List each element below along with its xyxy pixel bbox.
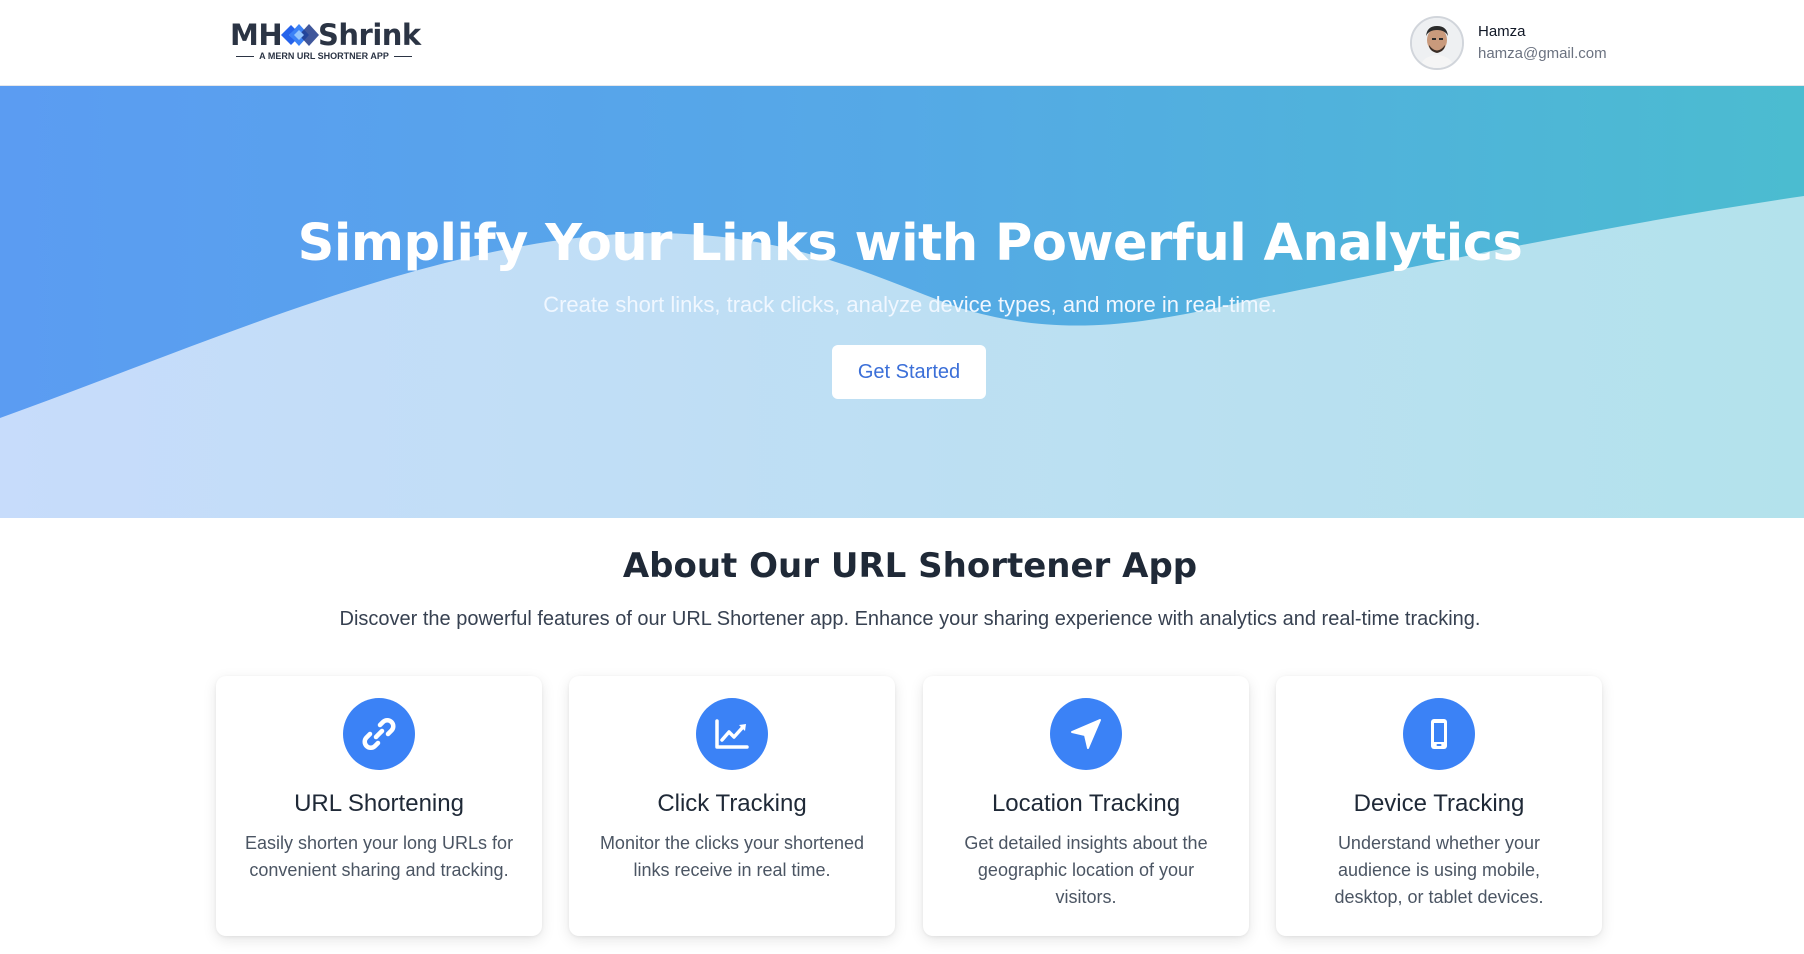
feature-card-location-tracking: Location Tracking Get detailed insights … [923,676,1249,936]
top-navbar: MH Shrink A MERN URL SHORTNER APP Hamza … [0,0,1804,86]
location-arrow-icon-badge [1050,698,1122,770]
logo-right-text: Shrink [318,18,421,52]
avatar[interactable] [1410,16,1464,70]
feature-card-device-tracking: Device Tracking Understand whether your … [1276,676,1602,936]
feature-title: Click Tracking [657,790,807,817]
chart-icon-badge [696,698,768,770]
user-avatar-icon [1412,18,1462,68]
feature-title: Location Tracking [991,790,1181,817]
logo-tagline: A MERN URL SHORTNER APP [236,51,412,61]
hero-subtitle: Create short links, track clicks, analyz… [543,292,1277,317]
about-title: About Our URL Shortener App [622,546,1198,586]
feature-title: URL Shortening [294,790,464,817]
user-name: Hamza [1478,23,1526,40]
app-logo[interactable]: MH Shrink A MERN URL SHORTNER APP [230,16,421,66]
features-grid: URL Shortening Easily shorten your long … [216,676,1602,938]
feature-description: Understand whether your audience is usin… [1334,833,1544,907]
feature-description: Monitor the clicks your shortened links … [599,833,865,880]
logo-tagline-text: A MERN URL SHORTNER APP [259,51,389,61]
feature-description: Get detailed insights about the geograph… [964,833,1208,907]
get-started-button[interactable]: Get Started [832,345,986,399]
hero-title: Simplify Your Links with Powerful Analyt… [297,214,1523,273]
user-email: hamza@gmail.com [1478,45,1607,62]
logo-diamond-icon [281,24,319,46]
user-profile[interactable]: Hamza hamza@gmail.com [1410,15,1607,71]
logo-left-text: MH [230,18,283,52]
about-description: Discover the powerful features of our UR… [339,608,1481,630]
feature-description: Easily shorten your long URLs for conven… [244,833,514,880]
link-icon-badge [343,698,415,770]
mobile-icon [1431,719,1447,749]
location-arrow-icon [1071,719,1101,749]
hero-section: Simplify Your Links with Powerful Analyt… [0,86,1804,518]
user-info: Hamza hamza@gmail.com [1478,21,1607,65]
feature-card-url-shortening: URL Shortening Easily shorten your long … [216,676,542,936]
feature-title: Device Tracking [1353,790,1525,817]
feature-card-click-tracking: Click Tracking Monitor the clicks your s… [569,676,895,936]
chart-icon [715,719,749,749]
mobile-icon-badge [1403,698,1475,770]
link-icon [362,718,396,750]
